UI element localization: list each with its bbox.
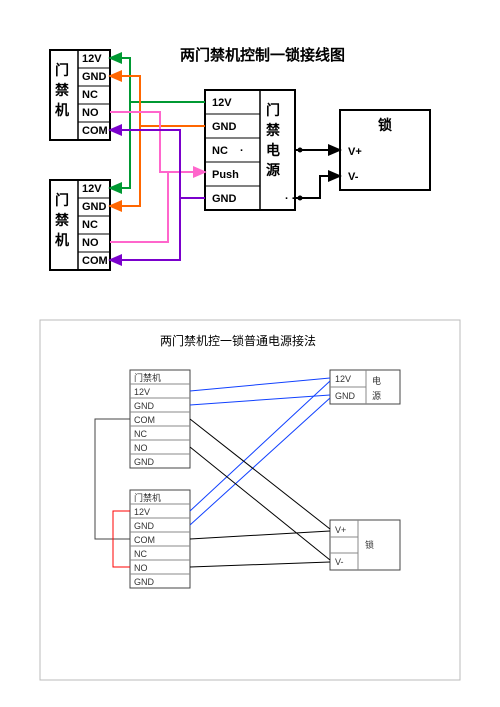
- psu-label-3: 电: [266, 142, 280, 158]
- reader2-label-3: 机: [55, 232, 69, 248]
- wire-r2-12v: [110, 102, 130, 188]
- bottom-title: 两门禁机控一锁普通电源接法: [160, 333, 316, 348]
- r2-pin-com: COM: [82, 255, 108, 267]
- svg-text:12V: 12V: [134, 387, 150, 397]
- psu-pin-12v: 12V: [212, 97, 232, 109]
- r1-pin-com: COM: [82, 125, 108, 137]
- r2-pin-gnd: GND: [82, 201, 107, 213]
- reader2-label-1: 门: [55, 192, 69, 208]
- r1-pin-gnd: GND: [82, 71, 107, 83]
- svg-text:电: 电: [372, 375, 381, 386]
- reader2-label-2: 禁: [55, 212, 69, 228]
- svg-text:12V: 12V: [335, 374, 351, 384]
- r2-pin-nc: NC: [82, 219, 98, 231]
- psu-pin-nc: NC: [212, 145, 228, 157]
- b-psu-label: 源: [372, 391, 381, 401]
- b-r2-label: 门禁机: [134, 492, 161, 503]
- svg-text:12V: 12V: [134, 507, 150, 517]
- wire-r2-gnd: [110, 126, 140, 206]
- svg-text:COM: COM: [134, 415, 155, 425]
- top-title: 两门禁机控制一锁接线图: [180, 46, 345, 64]
- svg-text:GND: GND: [335, 391, 356, 401]
- psu-label-1: 门: [266, 102, 280, 118]
- svg-text:·: ·: [240, 145, 244, 157]
- r1-pin-12v: 12V: [82, 53, 102, 65]
- r1-pin-nc: NC: [82, 89, 98, 101]
- psu-pin-gnd: GND: [212, 121, 237, 133]
- svg-text:GND: GND: [134, 521, 155, 531]
- reader1-label-1: 门: [55, 62, 69, 78]
- svg-text:GND: GND: [134, 457, 155, 467]
- svg-text:V+: V+: [335, 525, 346, 535]
- page: 两门禁机控制一锁接线图 门 禁 机 12V GND NC NO COM 门 禁 …: [0, 0, 500, 707]
- r1-pin-no: NO: [82, 107, 99, 119]
- svg-text:GND: GND: [134, 577, 155, 587]
- psu-pin-push: Push: [212, 169, 239, 181]
- svg-text:NO: NO: [134, 563, 148, 573]
- svg-text:NO: NO: [134, 443, 148, 453]
- b-lock-label: 锁: [365, 539, 374, 550]
- r2-pin-12v: 12V: [82, 183, 102, 195]
- lock-pin-vp: V+: [348, 146, 362, 158]
- psu-pin-gnd2: GND: [212, 193, 237, 205]
- r2-pin-no: NO: [82, 237, 99, 249]
- lock-label: 锁: [378, 117, 392, 133]
- wire-r1-12v: [110, 58, 205, 102]
- reader1-label-2: 禁: [55, 82, 69, 98]
- svg-text:NC: NC: [134, 429, 147, 439]
- b-r1-label: 门禁机: [134, 372, 161, 383]
- svg-text:V-: V-: [335, 557, 344, 567]
- reader1-label-3: 机: [55, 102, 69, 118]
- wiring-svg: 两门禁机控制一锁接线图 门 禁 机 12V GND NC NO COM 门 禁 …: [0, 0, 500, 707]
- psu-label-2: 禁: [266, 122, 280, 138]
- svg-text:COM: COM: [134, 535, 155, 545]
- svg-text:NC: NC: [134, 549, 147, 559]
- diagram-bottom: 两门禁机控一锁普通电源接法 门禁机 12V GND COM NC NO GND …: [40, 320, 460, 680]
- lock-pin-vm: V-: [348, 171, 359, 183]
- svg-text:GND: GND: [134, 401, 155, 411]
- diagram-top: 两门禁机控制一锁接线图 门 禁 机 12V GND NC NO COM 门 禁 …: [50, 46, 430, 270]
- wire-r2-com: [110, 198, 180, 260]
- psu-label-4: 源: [266, 162, 280, 178]
- wire-r1-no: [110, 112, 205, 172]
